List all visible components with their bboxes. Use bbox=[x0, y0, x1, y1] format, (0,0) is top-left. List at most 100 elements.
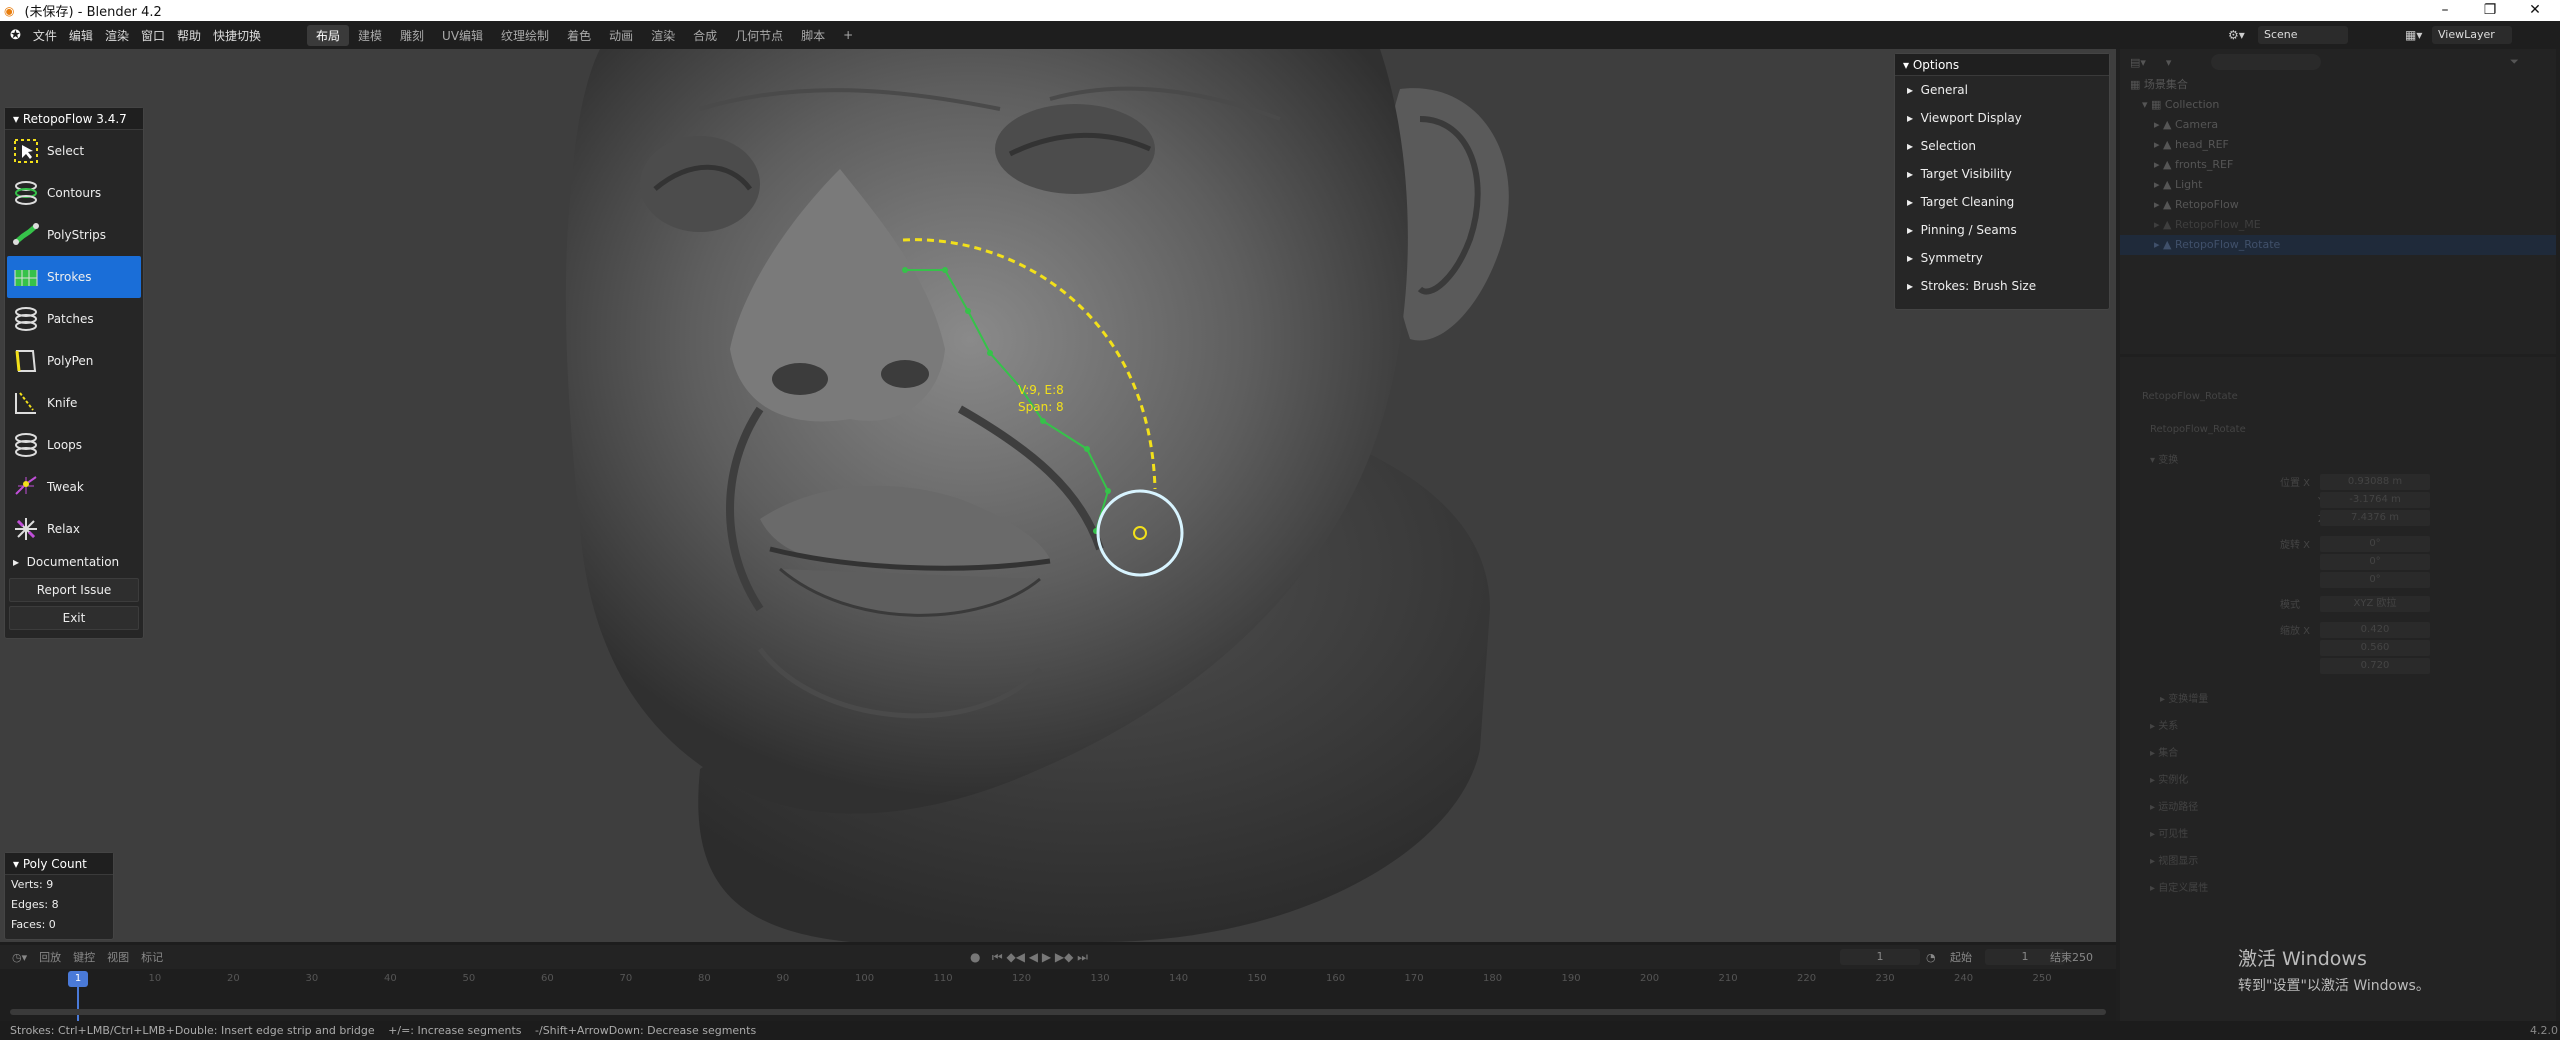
transform-section-header[interactable]: ▾ 变换 bbox=[2120, 451, 2556, 470]
outliner-row-retopoflow-rotate[interactable]: ▸ ▲ RetopoFlow_Rotate bbox=[2120, 235, 2556, 255]
3d-viewport[interactable]: V:9, E:8 Span: 8 ▾ RetopoFlow 3.4.7 Sele… bbox=[0, 49, 2116, 942]
tool-loops[interactable]: Loops bbox=[7, 424, 141, 466]
section-viewport-display[interactable]: ▸ 视图显示 bbox=[2120, 852, 2556, 871]
workspace-tab-compositing[interactable]: 合成 bbox=[684, 25, 726, 46]
scene-name-field[interactable]: Scene bbox=[2258, 26, 2348, 44]
rotation-mode-select[interactable]: XYZ 欧拉 bbox=[2320, 596, 2430, 612]
option-selection[interactable]: ▸ Selection bbox=[1895, 132, 2109, 160]
outliner-row-fronts-ref[interactable]: ▸ ▲ fronts_REF bbox=[2120, 155, 2556, 175]
workspace-tab-sculpting[interactable]: 雕刻 bbox=[391, 25, 433, 46]
timeline-tick: 20 bbox=[227, 973, 240, 984]
outliner-row-camera[interactable]: ▸ ▲ Camera bbox=[2120, 115, 2556, 135]
stroke-info-span: Span: 8 bbox=[1018, 400, 1064, 414]
workspace-tab-rendering[interactable]: 渲染 bbox=[642, 25, 684, 46]
tool-relax[interactable]: Relax bbox=[7, 508, 141, 550]
tool-polypen[interactable]: PolyPen bbox=[7, 340, 141, 382]
outliner-filter-icon[interactable]: ▾ bbox=[2166, 56, 2172, 69]
outliner-row-head-ref[interactable]: ▸ ▲ head_REF bbox=[2120, 135, 2556, 155]
workspace-tab-texture-paint[interactable]: 纹理绘制 bbox=[492, 25, 558, 46]
blender-logo-icon[interactable]: ✪ bbox=[10, 28, 21, 43]
retopoflow-tool-panel: ▾ RetopoFlow 3.4.7 Select Contours PolyS… bbox=[4, 107, 144, 639]
section-collections[interactable]: ▸ 集合 bbox=[2120, 744, 2556, 763]
location-z-field[interactable]: 7.4376 m bbox=[2320, 510, 2430, 526]
workspace-tab-modeling[interactable]: 建模 bbox=[349, 25, 391, 46]
timeline-menu-view[interactable]: 视图 bbox=[107, 949, 129, 965]
end-frame-field[interactable]: 250 bbox=[2072, 951, 2093, 964]
outliner-row-retopoflow[interactable]: ▸ ▲ RetopoFlow bbox=[2120, 195, 2556, 215]
menu-help[interactable]: 帮助 bbox=[171, 27, 207, 44]
timeline-menu-keying[interactable]: 键控 bbox=[73, 949, 95, 965]
playback-controls[interactable]: ● ⏮ ◆◀ ◀ ▶ ▶◆ ⏭ bbox=[970, 950, 1088, 965]
timeline-tick: 50 bbox=[462, 973, 476, 984]
scale-z-field[interactable]: 0.720 bbox=[2320, 658, 2430, 674]
tool-polypen-label: PolyPen bbox=[47, 354, 94, 368]
option-target-visibility[interactable]: ▸ Target Visibility bbox=[1895, 160, 2109, 188]
outliner-search-input[interactable] bbox=[2211, 54, 2322, 70]
workspace-tab-animation[interactable]: 动画 bbox=[600, 25, 642, 46]
section-visibility[interactable]: ▸ 可见性 bbox=[2120, 825, 2556, 844]
playhead[interactable]: 1 bbox=[68, 971, 88, 987]
outliner-editor-icon[interactable]: ▤▾ bbox=[2130, 56, 2146, 69]
viewlayer-name-field[interactable]: ViewLayer bbox=[2432, 26, 2512, 44]
section-relations[interactable]: ▸ 关系 bbox=[2120, 717, 2556, 736]
outliner-row-collection[interactable]: ▾ ▦ Collection bbox=[2120, 95, 2556, 115]
timeline-scrollbar[interactable] bbox=[10, 1009, 2106, 1015]
brush-stroke-preview bbox=[902, 238, 1157, 490]
current-frame-field[interactable]: 1 bbox=[1840, 949, 1920, 965]
rotation-y-field[interactable]: 0° bbox=[2320, 554, 2430, 570]
tool-strokes[interactable]: Strokes bbox=[7, 256, 141, 298]
stopwatch-icon[interactable]: ◔ bbox=[1926, 951, 1936, 964]
option-target-cleaning[interactable]: ▸ Target Cleaning bbox=[1895, 188, 2109, 216]
workspace-tab-shading[interactable]: 着色 bbox=[558, 25, 600, 46]
minimize-button[interactable]: – bbox=[2425, 0, 2465, 21]
option-pinning-seams[interactable]: ▸ Pinning / Seams bbox=[1895, 216, 2109, 244]
maximize-button[interactable]: ❐ bbox=[2470, 0, 2510, 21]
option-strokes-brush-size[interactable]: ▸ Strokes: Brush Size bbox=[1895, 272, 2109, 300]
tool-select[interactable]: Select bbox=[7, 130, 141, 172]
section-instancing[interactable]: ▸ 实例化 bbox=[2120, 771, 2556, 790]
option-symmetry[interactable]: ▸ Symmetry bbox=[1895, 244, 2109, 272]
rotation-x-field[interactable]: 0° bbox=[2320, 536, 2430, 552]
menu-window[interactable]: 窗口 bbox=[135, 27, 171, 44]
documentation-section[interactable]: ▸ Documentation bbox=[5, 550, 143, 574]
menu-quick-switch[interactable]: 快捷切换 bbox=[207, 27, 267, 44]
close-button[interactable]: ✕ bbox=[2515, 0, 2555, 21]
workspace-tab-geometry-nodes[interactable]: 几何节点 bbox=[726, 25, 792, 46]
tool-knife[interactable]: Knife bbox=[7, 382, 141, 424]
scale-x-field[interactable]: 0.420 bbox=[2320, 622, 2430, 638]
workspace-tab-layout[interactable]: 布局 bbox=[307, 24, 350, 46]
outliner-header: ▤▾ ▾ ⏷ bbox=[2120, 49, 2556, 75]
section-delta-transform[interactable]: ▸ 变换增量 bbox=[2120, 690, 2556, 709]
rotation-z-field[interactable]: 0° bbox=[2320, 572, 2430, 588]
option-viewport-display[interactable]: ▸ Viewport Display bbox=[1895, 104, 2109, 132]
workspace-tab-uv-editing[interactable]: UV编辑 bbox=[433, 25, 492, 46]
outliner-row-retopoflow-me[interactable]: ▸ ▲ RetopoFlow_ME bbox=[2120, 215, 2556, 235]
scene-collection-row[interactable]: ▦ 场景集合 bbox=[2120, 75, 2556, 95]
exit-button[interactable]: Exit bbox=[9, 606, 139, 630]
tool-tweak[interactable]: Tweak bbox=[7, 466, 141, 508]
scene-selector-icon[interactable]: ⚙▾ bbox=[2228, 28, 2245, 42]
outliner-row-light[interactable]: ▸ ▲ Light bbox=[2120, 175, 2556, 195]
tool-polystrips[interactable]: PolyStrips bbox=[7, 214, 141, 256]
menu-file[interactable]: 文件 bbox=[27, 27, 63, 44]
location-y-field[interactable]: -3.1764 m bbox=[2320, 492, 2430, 508]
menu-render[interactable]: 渲染 bbox=[99, 27, 135, 44]
timeline-ruler[interactable]: 1102030405060708090100110120130140150160… bbox=[0, 969, 2116, 1025]
timeline-menu-playback[interactable]: 回放 bbox=[39, 949, 61, 965]
workspace-tab-scripting[interactable]: 脚本 bbox=[792, 25, 834, 46]
outliner-filter-funnel-icon[interactable]: ⏷ bbox=[2510, 55, 2519, 69]
menu-edit[interactable]: 编辑 bbox=[63, 27, 99, 44]
tool-patches[interactable]: Patches bbox=[7, 298, 141, 340]
timeline-menu-marker[interactable]: 标记 bbox=[141, 949, 163, 965]
timeline-editor-type-icon[interactable]: ◷▾ bbox=[12, 951, 27, 964]
section-custom-properties[interactable]: ▸ 自定义属性 bbox=[2120, 879, 2556, 898]
add-workspace-button[interactable]: + bbox=[834, 26, 862, 44]
scale-y-field[interactable]: 0.560 bbox=[2320, 640, 2430, 656]
report-issue-button[interactable]: Report Issue bbox=[9, 578, 139, 602]
viewlayer-icon[interactable]: ▦▾ bbox=[2405, 28, 2422, 42]
section-motion-paths[interactable]: ▸ 运动路径 bbox=[2120, 798, 2556, 817]
properties-object-field[interactable]: RetopoFlow_Rotate bbox=[2120, 420, 2556, 439]
tool-contours[interactable]: Contours bbox=[7, 172, 141, 214]
option-general[interactable]: ▸ General bbox=[1895, 76, 2109, 104]
location-x-field[interactable]: 0.93088 m bbox=[2320, 474, 2430, 490]
